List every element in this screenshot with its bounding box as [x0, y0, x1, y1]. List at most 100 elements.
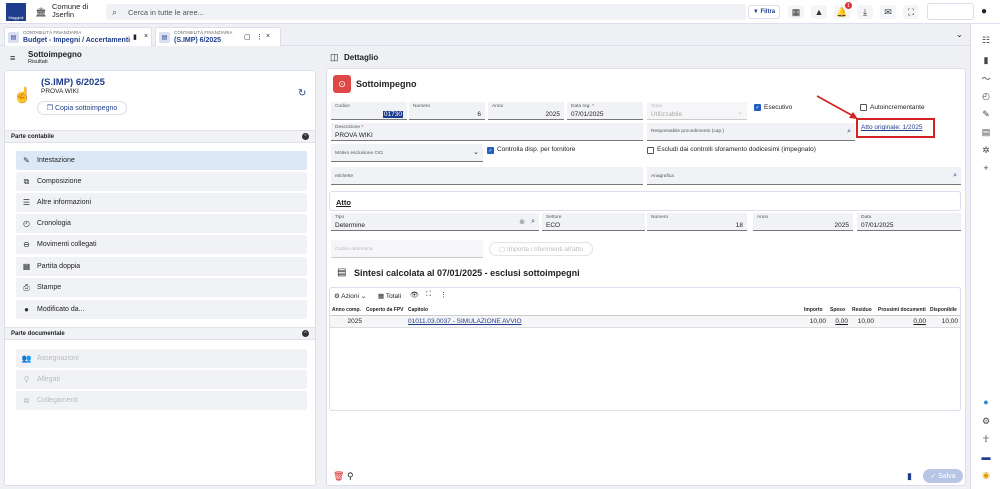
col-prossimi-documenti[interactable]: Prossimi documenti: [876, 305, 928, 316]
network-icon[interactable]: ✲: [980, 144, 992, 156]
col-importo[interactable]: Importo: [802, 305, 828, 316]
refresh-icon[interactable]: ↻: [298, 88, 306, 99]
settore-field[interactable]: Settore ECO: [542, 213, 645, 231]
col-capitolo[interactable]: Capitolo: [406, 305, 802, 316]
totali-button[interactable]: ▦ Totali: [378, 292, 401, 300]
cell-speso[interactable]: 0,00: [828, 315, 850, 328]
cell-prossimi[interactable]: 0,00: [876, 315, 928, 328]
warning-icon[interactable]: ▲: [811, 5, 827, 19]
azioni-button[interactable]: ⚙ Azioni ⌄: [334, 292, 366, 300]
atto-data-field[interactable]: Data 07/01/2025: [857, 213, 961, 231]
table-row[interactable]: 2025 01011.03.0037 - SIMULAZIONE AVVIO 1…: [330, 315, 960, 328]
clipboard-icon[interactable]: ▤: [980, 126, 992, 138]
section-parte-documentale[interactable]: Parte documentale ⌃: [5, 327, 315, 340]
atto-anno-field[interactable]: Anno 2025: [753, 213, 853, 231]
outline-icon[interactable]: ☷: [980, 34, 992, 46]
responsabile-field[interactable]: Responsabile procedimento (cap.) ⌕: [647, 123, 855, 141]
document-icon[interactable]: ▮: [907, 471, 912, 482]
pin-icon[interactable]: ✎: [980, 108, 992, 120]
chat-icon[interactable]: ▬: [980, 451, 992, 463]
attachment-icon[interactable]: ⚲: [347, 471, 354, 482]
stato-value: Utilizzabile: [651, 111, 683, 118]
save-button[interactable]: ✓ Salva: [923, 469, 963, 483]
nav-modificato-da[interactable]: ● Modificato da...: [16, 300, 307, 319]
user-icon[interactable]: ●: [981, 6, 987, 17]
esecutivo-checkbox[interactable]: ✓: [754, 104, 761, 111]
nav-altre-informazioni[interactable]: ☰ Altre informazioni: [16, 193, 307, 212]
col-residuo[interactable]: Residuo: [850, 305, 876, 316]
collapse-icon[interactable]: ⌃: [302, 133, 309, 140]
data-reg-label: Data reg. *: [571, 104, 594, 109]
nav-intestazione[interactable]: ✎ Intestazione: [16, 151, 307, 170]
col-disponibile[interactable]: Disponibile: [928, 305, 960, 316]
eye-icon[interactable]: 👁: [410, 291, 419, 299]
help-icon[interactable]: ◉: [980, 469, 992, 481]
anagrafica-field[interactable]: Anagrafica ⌕: [647, 167, 961, 185]
search-icon[interactable]: ⌕: [953, 172, 957, 180]
maggioli-logo[interactable]: Maggioli: [6, 3, 26, 21]
filter-button[interactable]: ▼ Filtra: [748, 5, 780, 19]
search-icon[interactable]: ⌕: [531, 218, 535, 226]
etichette-field[interactable]: etichette: [331, 167, 643, 185]
book-icon[interactable]: ▮: [980, 54, 992, 66]
trend-icon[interactable]: 〜: [980, 72, 992, 84]
pin-icon[interactable]: ▮: [133, 33, 137, 41]
chevron-down-icon[interactable]: ⌄: [473, 148, 479, 156]
fullscreen-icon[interactable]: ⛶: [903, 5, 919, 19]
window-icon[interactable]: ▢: [244, 33, 251, 41]
copy-button[interactable]: ❐ Copia sottoimpegno: [37, 101, 127, 115]
col-coperto-fpv[interactable]: Coperto da FPV: [364, 305, 406, 316]
user-box[interactable]: [927, 3, 974, 20]
col-speso[interactable]: Speso: [828, 305, 850, 316]
controlla-checkbox[interactable]: ✓: [487, 147, 494, 154]
apps-grid-icon[interactable]: ▦: [788, 5, 804, 19]
accessibility-icon[interactable]: ☥: [980, 433, 992, 445]
nav-composizione[interactable]: ⧉ Composizione: [16, 172, 307, 191]
col-anno-comp[interactable]: Anno comp.: [330, 305, 364, 316]
more-icon[interactable]: ⋮: [256, 33, 263, 41]
escludi-checkbox[interactable]: [647, 147, 654, 154]
numero-field[interactable]: Numero 6: [409, 102, 485, 120]
cell-disponibile: 10,00: [928, 315, 960, 328]
nav-label: Modificato da...: [37, 306, 85, 313]
chevron-down-icon[interactable]: ⌄: [956, 30, 963, 39]
nav-stampe[interactable]: ⎙ Stampe: [16, 278, 307, 297]
motivo-esclusione-field[interactable]: Motivo esclusione CIG ⌄: [331, 144, 483, 162]
clear-icon[interactable]: ⊗: [519, 218, 525, 226]
close-icon[interactable]: ×: [266, 33, 270, 40]
menu-icon[interactable]: ≡: [10, 53, 15, 63]
nav-partita-doppia[interactable]: ▦ Partita doppia: [16, 257, 307, 276]
plus-icon[interactable]: +: [980, 162, 992, 174]
tipo-field[interactable]: Tipo Determine ⊗ ⌕: [331, 213, 539, 231]
collapse-icon[interactable]: ⌃: [302, 330, 309, 337]
importa-button[interactable]: ▢ Importa i riferimenti all'atto: [489, 242, 593, 256]
location-icon[interactable]: ●: [980, 396, 992, 408]
nav-cronologia[interactable]: ◴ Cronologia: [16, 214, 307, 233]
municipality-label[interactable]: Comune di Jserfin: [52, 3, 88, 19]
expand-icon[interactable]: ⛶: [426, 291, 431, 299]
gear-icon[interactable]: ⚙: [980, 415, 992, 427]
download-icon[interactable]: ⤓: [857, 5, 873, 19]
hand-coin-icon: ☝: [13, 87, 32, 104]
autoincrementante-checkbox[interactable]: [860, 104, 867, 111]
close-icon[interactable]: ×: [144, 33, 148, 40]
atto-numero-field[interactable]: Numero 18: [647, 213, 747, 231]
anno-field[interactable]: Anno 2025: [488, 102, 564, 120]
codice-value[interactable]: 01730: [382, 111, 403, 118]
section-parte-contabile[interactable]: Parte contabile ⌃: [5, 130, 315, 143]
tab-simp[interactable]: ▤ CONTABILITÀ FINANZIARIA (S.IMP) 6/2025…: [155, 27, 281, 46]
mail-icon[interactable]: ✉: [880, 5, 896, 19]
descrizione-field[interactable]: Descrizione * PROVA WIKI: [331, 123, 643, 141]
global-search[interactable]: ⌕ Cerca in tutte le aree...: [106, 4, 746, 20]
trash-icon[interactable]: 🗑: [333, 471, 344, 482]
history-icon[interactable]: ◴: [980, 90, 992, 102]
data-reg-field[interactable]: Data reg. * 07/01/2025: [567, 102, 643, 120]
atto-originale-link[interactable]: Atto originale: 1/2025: [861, 124, 922, 131]
search-icon[interactable]: ⌕: [847, 128, 851, 136]
codice-field[interactable]: Codice 01730: [331, 102, 407, 120]
nav-movimenti-collegati[interactable]: ⊖ Movimenti collegati: [16, 235, 307, 254]
tab-budget[interactable]: ▤ CONTABILITÀ FINANZIARIA Budget - Impeg…: [4, 27, 152, 46]
more-icon[interactable]: ⋮: [440, 291, 447, 299]
search-placeholder[interactable]: Cerca in tutte le aree...: [128, 8, 204, 17]
cell-capitolo[interactable]: 01011.03.0037 - SIMULAZIONE AVVIO: [406, 315, 802, 328]
